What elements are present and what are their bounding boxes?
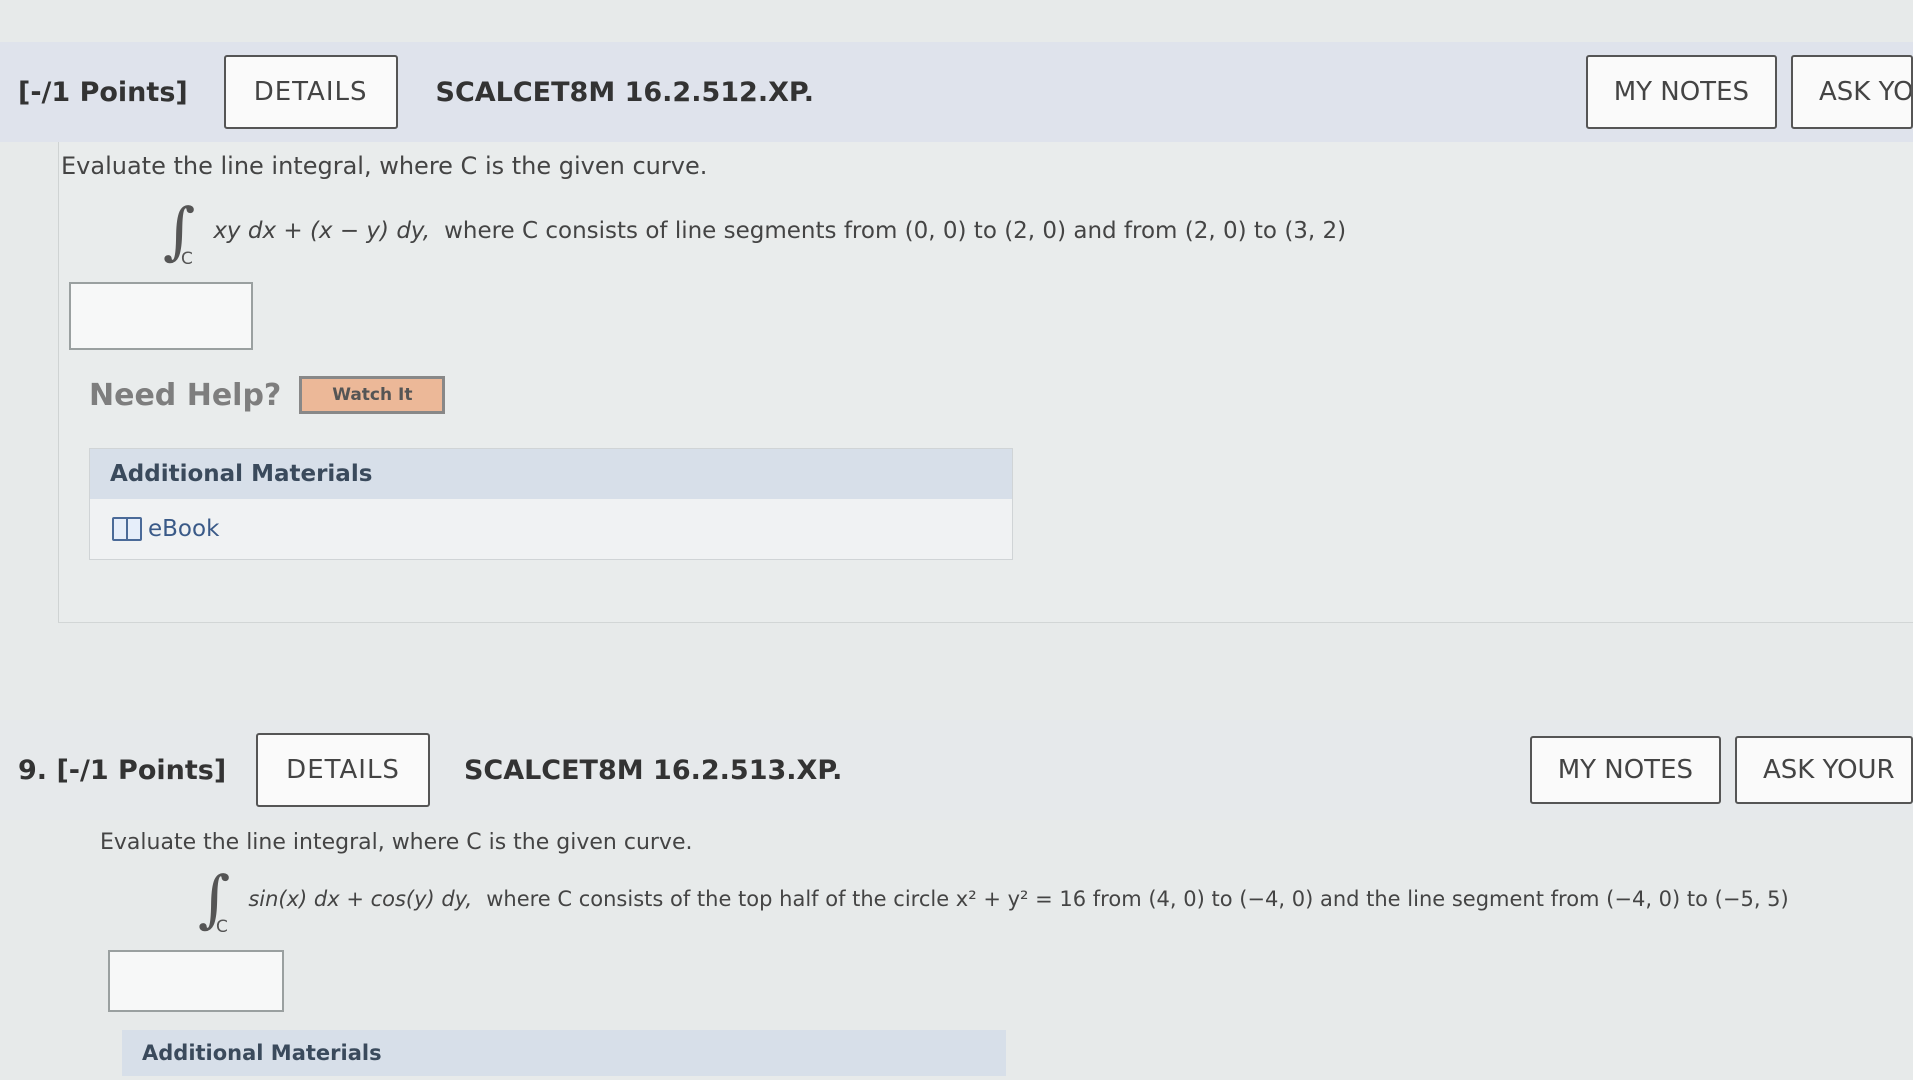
header-actions: MY NOTES ASK YO [1585, 42, 1913, 142]
question-header: 9. [-/1 Points] DETAILS SCALCET8M 16.2.5… [0, 720, 1913, 820]
additional-materials-title: Additional Materials [90, 449, 1012, 499]
points-label: [-/1 Points] [18, 76, 188, 108]
book-icon [112, 517, 142, 541]
integral-sign: ∫ C [163, 194, 196, 269]
integral-sign: ∫ C [198, 862, 231, 937]
integrand: sin(x) dx + cos(y) dy, [248, 887, 473, 911]
answer-input[interactable] [108, 950, 284, 1012]
integral-expression: ∫ C xy dx + (x − y) dy, where C consists … [163, 194, 1347, 269]
header-actions: MY NOTES ASK YOUR [1529, 720, 1913, 820]
need-help-label: Need Help? [89, 377, 282, 413]
need-help: Need Help? Watch It [89, 376, 446, 414]
ebook-link[interactable]: eBook [90, 499, 1012, 559]
additional-materials-panel: Additional Materials eBook [89, 448, 1013, 560]
watch-it-button[interactable]: Watch It [299, 376, 446, 414]
ask-your-teacher-button[interactable]: ASK YO [1791, 55, 1913, 129]
my-notes-button[interactable]: MY NOTES [1529, 736, 1721, 804]
question-prompt: Evaluate the line integral, where C is t… [61, 152, 708, 180]
integral-subscript: C [216, 917, 228, 937]
question-code: SCALCET8M 16.2.512.XP. [435, 76, 815, 108]
integral-subscript: C [181, 249, 193, 269]
additional-materials-panel: Additional Materials [122, 1030, 1006, 1076]
integrand: xy dx + (x − y) dy, [213, 218, 431, 244]
question-prompt: Evaluate the line integral, where C is t… [100, 830, 693, 855]
answer-input[interactable] [69, 282, 253, 350]
question-code: SCALCET8M 16.2.513.XP. [463, 754, 843, 786]
details-button[interactable]: DETAILS [223, 55, 398, 129]
curve-description: where C consists of line segments from (… [444, 218, 1347, 244]
details-button[interactable]: DETAILS [256, 733, 430, 807]
ebook-label[interactable]: eBook [148, 516, 219, 542]
integral-expression: ∫ C sin(x) dx + cos(y) dy, where C consis… [198, 862, 1789, 937]
additional-materials-title: Additional Materials [122, 1030, 1006, 1076]
curve-description: where C consists of the top half of the … [486, 887, 1789, 911]
question-header: [-/1 Points] DETAILS SCALCET8M 16.2.512.… [0, 42, 1913, 142]
question-body: Evaluate the line integral, where C is t… [58, 142, 1913, 623]
question-body: Evaluate the line integral, where C is t… [80, 820, 1913, 1080]
ask-your-teacher-button[interactable]: ASK YOUR [1735, 736, 1913, 804]
my-notes-button[interactable]: MY NOTES [1585, 55, 1777, 129]
points-label: 9. [-/1 Points] [18, 754, 227, 786]
